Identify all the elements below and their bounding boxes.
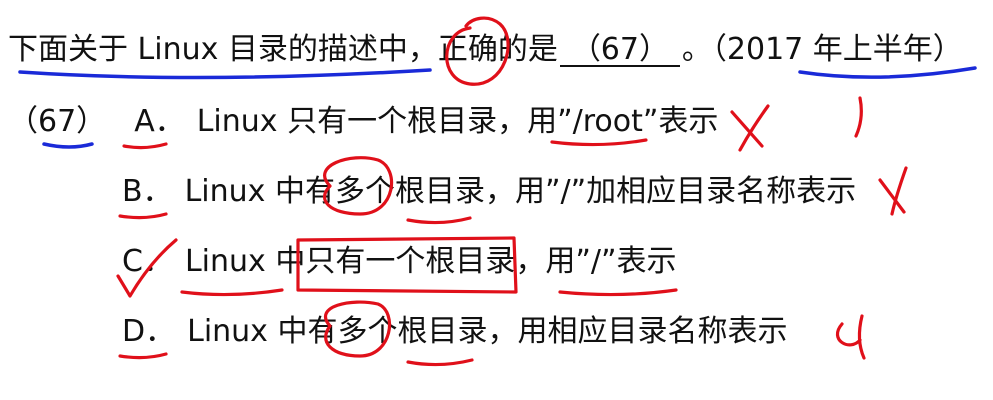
b-cross-mark — [878, 166, 908, 216]
c-underline2-mark — [558, 288, 678, 297]
a-underline-mark — [122, 142, 168, 150]
option-d: D． Linux 中有多个根目录，用相应目录名称表示 — [122, 314, 787, 350]
option-a-letter: A． — [134, 104, 185, 139]
year-underline-mark — [798, 66, 977, 79]
option-a: （67） A． Linux 只有一个根目录，用”/root”表示 — [8, 104, 718, 140]
a-root-underline-mark — [550, 138, 648, 147]
a-cross-mark — [730, 104, 770, 152]
option-b-text: Linux 中有多个根目录，用”/”加相应目录名称表示 — [184, 174, 857, 209]
c-underline-mark — [180, 288, 284, 297]
question-prefix: 下面关于 Linux 目录的描述中，正确的是 — [8, 32, 558, 67]
b-underline2-mark — [406, 216, 472, 225]
question-suffix: 。（2017 年上半年） — [681, 32, 963, 67]
question-line: 下面关于 Linux 目录的描述中，正确的是 （67） 。（2017 年上半年） — [8, 32, 963, 68]
option-d-letter: D． — [122, 314, 176, 349]
option-d-text: Linux 中有多个根目录，用相应目录名称表示 — [187, 314, 788, 349]
d-underline-mark — [118, 352, 168, 360]
option-c: C． Linux 中只有一个根目录，用”/”表示 — [122, 244, 677, 280]
d-underline2-mark — [406, 358, 474, 367]
number-underline-mark — [42, 142, 94, 149]
d-cross-mark — [835, 314, 866, 360]
answer-blank: （67） — [559, 35, 680, 67]
option-c-text: Linux 中只有一个根目录，用”/”表示 — [184, 244, 677, 279]
option-b: B． Linux 中有多个根目录，用”/”加相应目录名称表示 — [122, 174, 856, 210]
option-b-letter: B． — [122, 174, 173, 209]
b-underline-mark — [118, 212, 168, 220]
option-a-text: Linux 只有一个根目录，用”/root”表示 — [196, 104, 719, 139]
question-number: （67） — [8, 104, 107, 139]
question-underline-mark — [18, 68, 432, 80]
option-c-letter: C． — [122, 244, 173, 279]
a-tick-mark — [854, 96, 863, 138]
